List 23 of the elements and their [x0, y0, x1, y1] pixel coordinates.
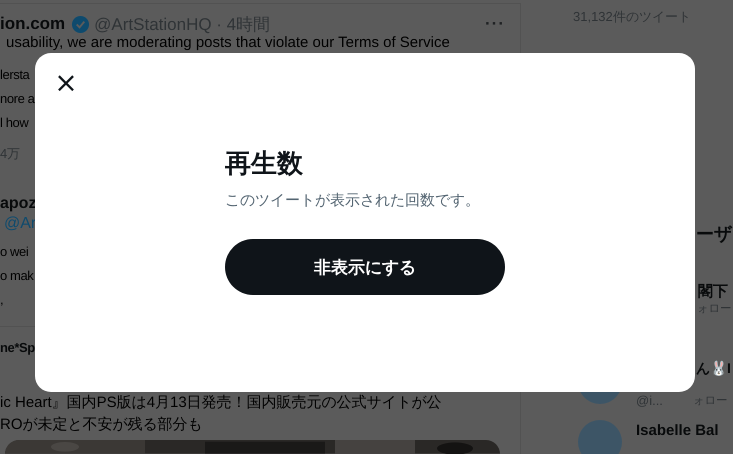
author-name[interactable]: apoz: [0, 195, 36, 213]
tweet-text: ,: [0, 292, 4, 307]
user-name[interactable]: ん🐰I: [696, 360, 731, 378]
more-icon[interactable]: ···: [485, 14, 505, 34]
verified-badge-icon: [71, 14, 90, 34]
tweet-text: o wei: [0, 244, 28, 259]
dialog-title: 再生数: [225, 147, 303, 180]
author-name[interactable]: ne*Sp: [0, 340, 35, 356]
author-name[interactable]: ion.com: [0, 14, 66, 34]
tweet-text: o mak: [0, 268, 34, 283]
hide-button[interactable]: 非表示にする: [225, 239, 505, 295]
section-heading: ーザ: [696, 223, 733, 246]
user-name[interactable]: 閣下: [698, 282, 732, 301]
tweet-text: nore a: [0, 90, 34, 108]
tweet-text: ic Heart』国内PS版は4月13日発売！国内販売元の公式サイトが公: [0, 394, 442, 412]
user-name[interactable]: Isabelle Bal: [636, 422, 719, 439]
close-button[interactable]: ×: [49, 66, 83, 100]
tweet-text: l how: [0, 114, 28, 132]
avatar[interactable]: [578, 420, 622, 454]
tweet-text: ROが未定と不安が残る部分も: [0, 416, 202, 434]
tweet-text: usability, we are moderating posts that violate our Terms of Service: [6, 34, 450, 51]
dialog-description: このツイートが表示された回数です。: [225, 191, 480, 210]
tweet-text: lersta: [0, 66, 30, 84]
